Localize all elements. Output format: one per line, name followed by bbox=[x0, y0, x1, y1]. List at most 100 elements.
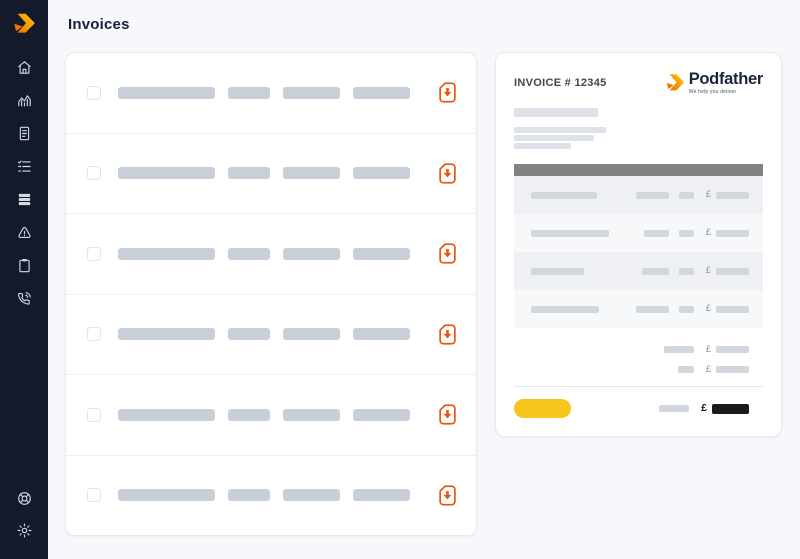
sidebar-item-tasks[interactable] bbox=[15, 157, 33, 175]
file-download-icon bbox=[439, 243, 456, 264]
row-skeleton-bar bbox=[228, 247, 270, 260]
item-qty-bar bbox=[643, 229, 669, 237]
sidebar-item-stack[interactable] bbox=[15, 190, 33, 208]
file-download-icon bbox=[439, 163, 456, 184]
invoice-preview-card: INVOICE # 12345 Podfather We help you de… bbox=[495, 52, 782, 437]
podfather-arrow-icon bbox=[10, 11, 38, 37]
summary-line: £ bbox=[514, 362, 763, 377]
row-skeleton-bars bbox=[118, 489, 410, 502]
table-row: £ bbox=[514, 252, 763, 291]
app-root: Invoices INVOICE # 12345 Podfather We he… bbox=[0, 0, 800, 559]
item-unit-bar bbox=[678, 191, 694, 199]
sidebar-item-calls[interactable] bbox=[15, 289, 33, 307]
download-invoice-button[interactable] bbox=[439, 324, 456, 345]
row-skeleton-bar bbox=[118, 167, 215, 180]
row-skeleton-bar bbox=[228, 328, 270, 341]
sidebar bbox=[0, 0, 48, 559]
invoice-list-row[interactable] bbox=[66, 375, 476, 456]
invoice-list-card bbox=[65, 52, 477, 536]
row-checkbox[interactable] bbox=[87, 166, 101, 181]
brand-tagline: We help you deliver bbox=[688, 89, 737, 96]
sidebar-item-home[interactable] bbox=[15, 58, 33, 76]
file-download-icon bbox=[439, 404, 456, 425]
row-skeleton-bars bbox=[118, 86, 410, 99]
row-skeleton-bar bbox=[118, 86, 215, 99]
file-download-icon bbox=[439, 324, 456, 345]
summary-line: £ bbox=[514, 342, 763, 357]
summary-block: £ £ bbox=[514, 342, 763, 377]
row-skeleton-bars bbox=[118, 408, 410, 421]
download-invoice-button[interactable] bbox=[439, 163, 456, 184]
item-amount-bar bbox=[716, 191, 749, 199]
file-download-icon bbox=[439, 82, 456, 103]
app-logo[interactable] bbox=[9, 10, 39, 37]
currency-symbol: £ bbox=[705, 363, 711, 375]
total-amount-bar bbox=[712, 403, 749, 414]
summary-label-bar bbox=[663, 346, 694, 354]
row-skeleton-bar bbox=[228, 167, 270, 180]
settings-icon bbox=[16, 522, 32, 538]
item-qty-bar bbox=[635, 305, 669, 313]
total-skeleton-bar bbox=[659, 405, 690, 413]
summary-amount-bar bbox=[716, 366, 749, 374]
sidebar-item-clipboard[interactable] bbox=[15, 256, 33, 274]
download-invoice-button[interactable] bbox=[439, 243, 456, 264]
invoice-list-row[interactable] bbox=[66, 53, 476, 134]
currency-symbol: £ bbox=[705, 265, 711, 277]
help-icon bbox=[17, 491, 31, 505]
row-skeleton-bar bbox=[228, 86, 270, 99]
stack-icon bbox=[18, 193, 30, 205]
row-checkbox[interactable] bbox=[87, 327, 101, 342]
sidebar-item-alerts[interactable] bbox=[15, 223, 33, 241]
skeleton-address-line bbox=[514, 127, 606, 134]
table-row: £ bbox=[514, 290, 763, 329]
item-description-bar bbox=[531, 191, 597, 199]
row-checkbox[interactable] bbox=[87, 488, 101, 503]
row-skeleton-bar bbox=[283, 408, 340, 421]
table-header-bar bbox=[514, 164, 763, 177]
sidebar-item-analytics[interactable] bbox=[15, 91, 33, 109]
sidebar-item-invoices[interactable] bbox=[15, 124, 33, 142]
currency-symbol: £ bbox=[705, 303, 711, 315]
table-row: £ bbox=[514, 214, 763, 253]
item-qty-bar bbox=[641, 267, 669, 275]
checklist-icon bbox=[17, 160, 31, 172]
phone-icon bbox=[17, 291, 31, 305]
row-skeleton-bar bbox=[283, 328, 340, 341]
download-invoice-button[interactable] bbox=[439, 404, 456, 425]
row-skeleton-bar bbox=[118, 408, 215, 421]
item-amount-bar bbox=[716, 267, 749, 275]
row-checkbox[interactable] bbox=[87, 407, 101, 422]
download-invoice-button[interactable] bbox=[439, 82, 456, 103]
invoice-list-row[interactable] bbox=[66, 456, 476, 536]
skeleton-heading-bar bbox=[514, 108, 598, 118]
row-skeleton-bar bbox=[283, 86, 340, 99]
invoice-list-row[interactable] bbox=[66, 134, 476, 214]
main-content: Invoices INVOICE # 12345 Podfather We he… bbox=[48, 0, 800, 559]
clipboard-icon bbox=[18, 258, 30, 272]
sidebar-item-settings[interactable] bbox=[15, 521, 33, 539]
item-description-bar bbox=[531, 229, 609, 237]
row-skeleton-bars bbox=[118, 167, 410, 180]
row-skeleton-bar bbox=[283, 247, 340, 260]
skeleton-address-line bbox=[514, 143, 571, 150]
download-invoice-button[interactable] bbox=[439, 485, 456, 506]
row-skeleton-bar bbox=[353, 489, 410, 502]
row-skeleton-bar bbox=[118, 328, 215, 341]
row-skeleton-bars bbox=[118, 247, 410, 260]
sidebar-nav bbox=[15, 58, 33, 307]
invoice-list-row[interactable] bbox=[66, 214, 476, 295]
row-skeleton-bar bbox=[353, 328, 410, 341]
item-unit-bar bbox=[678, 305, 694, 313]
item-unit-bar bbox=[678, 229, 694, 237]
invoice-list-row[interactable] bbox=[66, 295, 476, 375]
row-skeleton-bar bbox=[353, 408, 410, 421]
currency-symbol: £ bbox=[705, 227, 711, 239]
sidebar-item-help[interactable] bbox=[15, 489, 33, 507]
item-description-bar bbox=[531, 305, 599, 313]
item-unit-bar bbox=[678, 267, 694, 275]
summary-amount-bar bbox=[716, 346, 749, 354]
row-checkbox[interactable] bbox=[87, 85, 101, 100]
row-checkbox[interactable] bbox=[87, 246, 101, 261]
file-download-icon bbox=[439, 485, 456, 506]
